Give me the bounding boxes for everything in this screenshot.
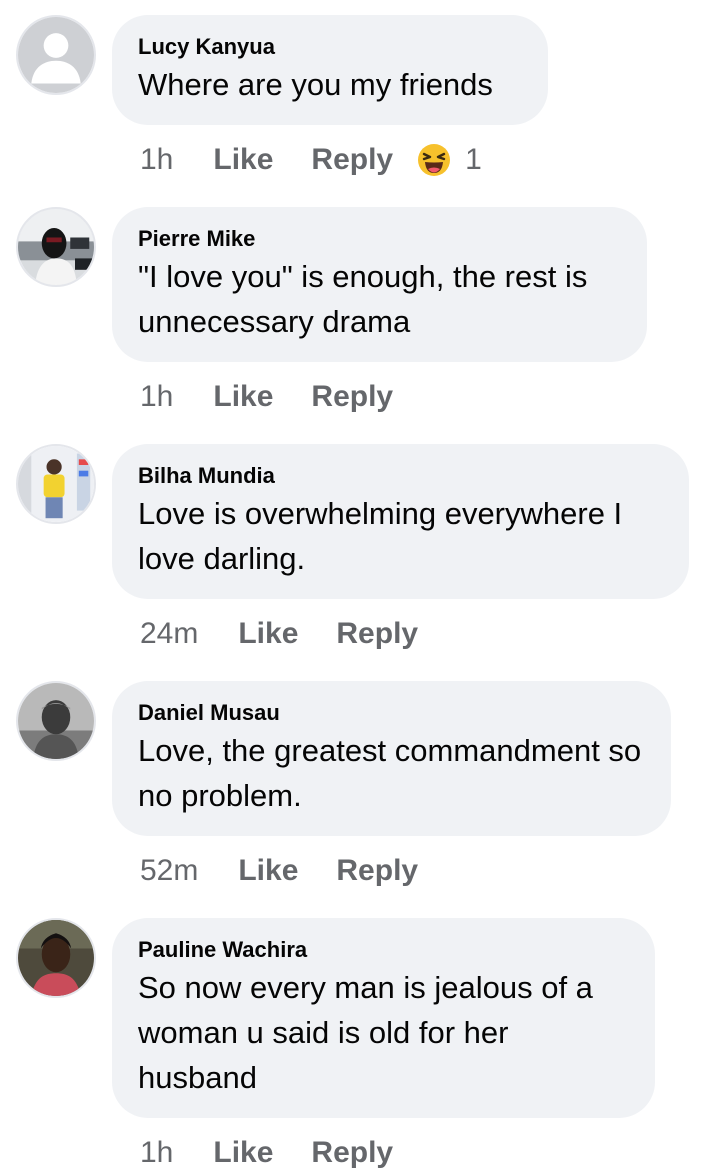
avatar[interactable] (16, 918, 96, 998)
comment-text: Love is overwhelming everywhere I love d… (138, 496, 623, 576)
comment-text: "I love you" is enough, the rest is unne… (138, 259, 588, 339)
like-button[interactable]: Like (213, 143, 273, 177)
reply-button[interactable]: Reply (336, 854, 418, 888)
comment-actions: 1h Like Reply (140, 1133, 393, 1173)
comment-author[interactable]: Daniel Musau (138, 699, 645, 727)
comment-bubble: Lucy Kanyua Where are you my friends (112, 15, 548, 125)
comment-actions: 1h Like Reply 1 (140, 140, 482, 180)
reply-button[interactable]: Reply (311, 1136, 393, 1170)
comment-time[interactable]: 1h (140, 380, 173, 414)
comment-bubble: Pauline Wachira So now every man is jeal… (112, 918, 655, 1118)
comment-bubble: Daniel Musau Love, the greatest commandm… (112, 681, 671, 836)
reply-button[interactable]: Reply (336, 617, 418, 651)
comment-actions: 52m Like Reply (140, 851, 418, 891)
like-button[interactable]: Like (213, 380, 273, 414)
like-button[interactable]: Like (238, 617, 298, 651)
comment-text: Love, the greatest commandment so no pro… (138, 733, 642, 813)
comment-author[interactable]: Bilha Mundia (138, 462, 663, 490)
reply-button[interactable]: Reply (311, 380, 393, 414)
avatar[interactable] (16, 444, 96, 524)
profile-photo (18, 683, 94, 759)
comment-time[interactable]: 1h (140, 1136, 173, 1170)
comment-text: So now every man is jealous of a woman u… (138, 970, 593, 1095)
comment-author[interactable]: Lucy Kanyua (138, 33, 522, 61)
comment-time[interactable]: 24m (140, 617, 198, 651)
reply-button[interactable]: Reply (311, 143, 393, 177)
haha-icon (418, 144, 451, 176)
avatar[interactable] (16, 15, 96, 95)
like-button[interactable]: Like (213, 1136, 273, 1170)
comment-actions: 24m Like Reply (140, 614, 418, 654)
comment-text: Where are you my friends (138, 67, 493, 102)
avatar[interactable] (16, 681, 96, 761)
comment-author[interactable]: Pierre Mike (138, 225, 621, 253)
reaction-summary[interactable]: 1 (417, 143, 482, 177)
comment-bubble: Bilha Mundia Love is overwhelming everyw… (112, 444, 689, 599)
profile-photo (18, 920, 94, 996)
like-button[interactable]: Like (238, 854, 298, 888)
comment-time[interactable]: 1h (140, 143, 173, 177)
profile-photo (18, 209, 94, 285)
avatar[interactable] (16, 207, 96, 287)
comment-bubble: Pierre Mike "I love you" is enough, the … (112, 207, 647, 362)
comment-author[interactable]: Pauline Wachira (138, 936, 629, 964)
comment-time[interactable]: 52m (140, 854, 198, 888)
default-avatar-icon (18, 17, 94, 93)
reaction-count: 1 (465, 143, 482, 176)
comment-actions: 1h Like Reply (140, 377, 393, 417)
profile-photo (18, 446, 94, 522)
